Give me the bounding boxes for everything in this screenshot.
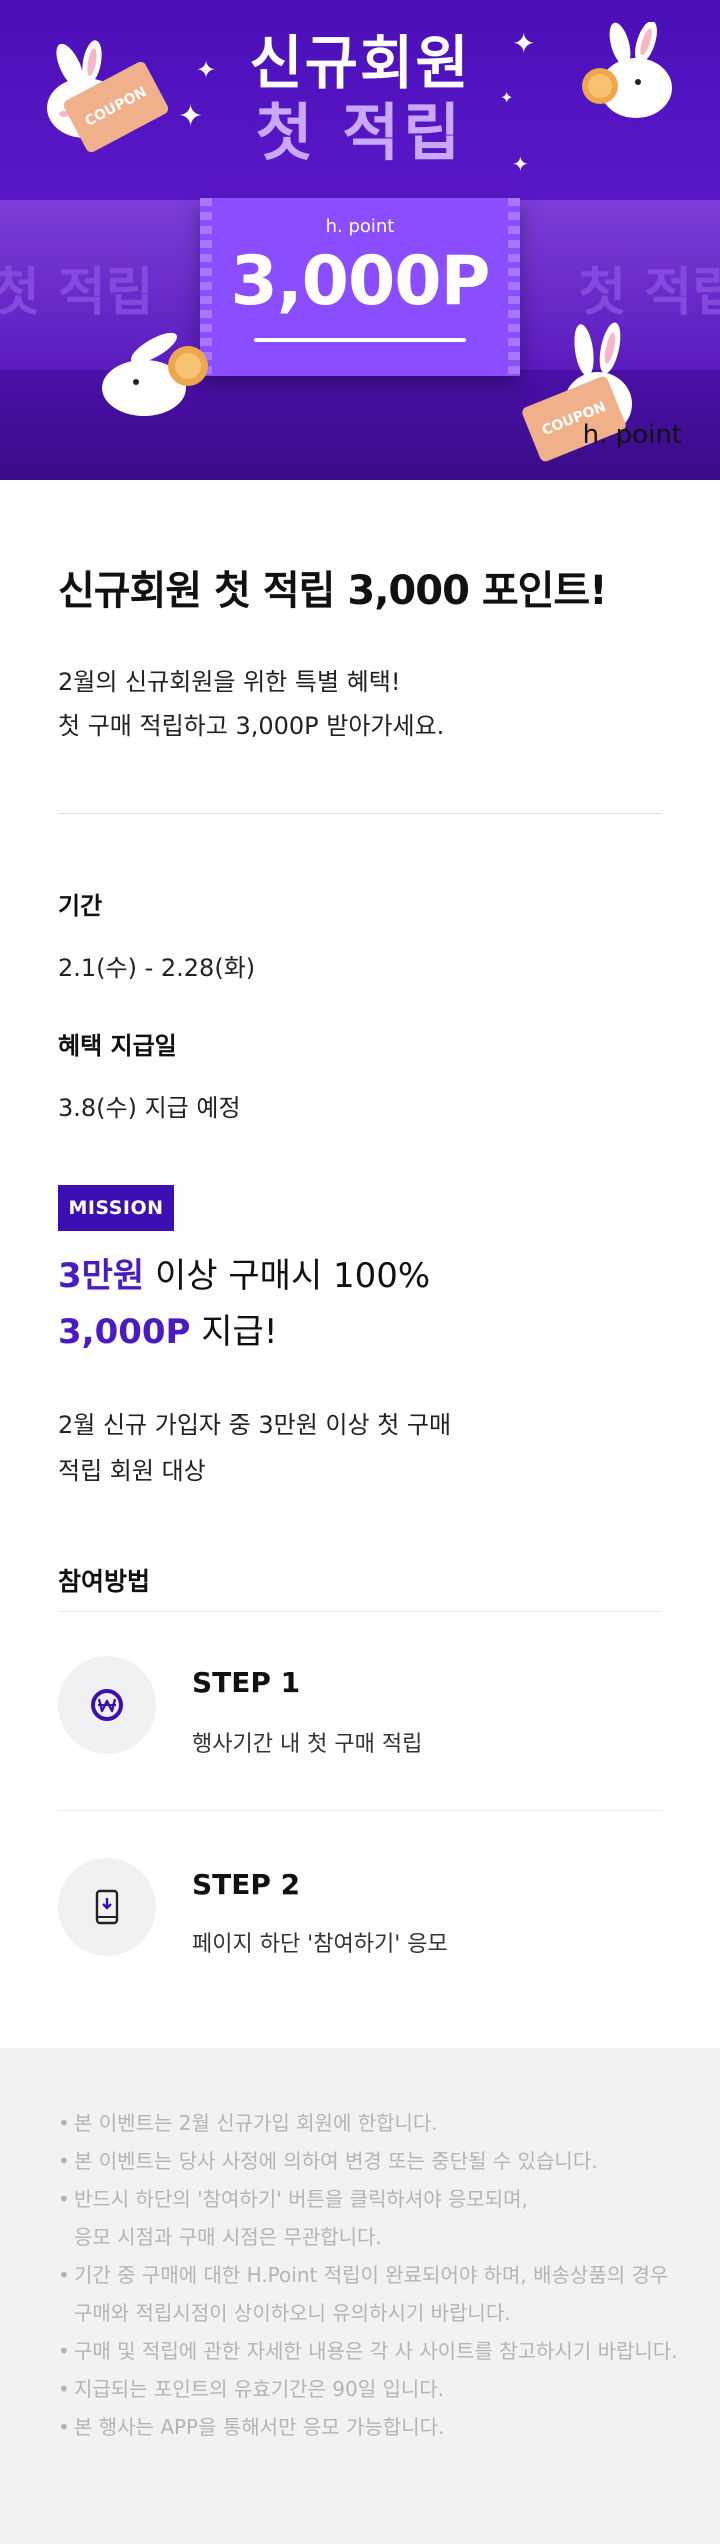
desc-line: 첫 구매 적립하고 3,000P 받아가세요.	[58, 712, 445, 740]
mission-target-line: 적립 회원 대상	[58, 1457, 206, 1485]
band-text-left: 첫 적립	[0, 263, 154, 323]
mission-target: 2월 신규 가입자 중 3만원 이상 첫 구매 적립 회원 대상	[58, 1402, 451, 1494]
how-to-title: 참여방법	[58, 1567, 151, 1596]
rabbit-illustration	[582, 22, 672, 118]
notice-item: 본 이벤트는 당사 사정에 의하여 변경 또는 중단될 수 있습니다.	[58, 2142, 678, 2180]
notice-item: 구매 및 적립에 관한 자세한 내용은 각 사 사이트를 참고하시기 바랍니다.	[58, 2332, 678, 2370]
notice-item: 반드시 하단의 '참여하기' 버튼을 클릭하셔야 응모되며, 응모 시점과 구매…	[58, 2180, 678, 2256]
notice-item: 본 이벤트는 2월 신규가입 회원에 한합니다.	[58, 2104, 678, 2142]
mission-condition: 이상 구매시 100%	[144, 1256, 431, 1296]
notice-list: 본 이벤트는 2월 신규가입 회원에 한합니다. 본 이벤트는 당사 사정에 의…	[58, 2104, 678, 2446]
notice-item: 지급되는 포인트의 유효기간은 90일 입니다.	[58, 2370, 678, 2408]
mission-headline: 3만원 이상 구매시 100% 3,000P 지급!	[58, 1248, 430, 1360]
notice-section: 본 이벤트는 2월 신규가입 회원에 한합니다. 본 이벤트는 당사 사정에 의…	[0, 2048, 720, 2544]
step2-desc: 페이지 하단 '참여하기' 응모	[192, 1932, 448, 1957]
mission-reward-suffix: 지급!	[190, 1312, 278, 1352]
rabbit-illustration	[102, 332, 208, 416]
band-text-right: 첫 적립	[578, 263, 720, 323]
ticket-brand: h. point	[325, 216, 395, 237]
desc-line: 2월의 신규회원을 위한 특별 혜택!	[58, 668, 401, 696]
step2-title: STEP 2	[192, 1868, 301, 1901]
mission-badge: MISSION	[58, 1185, 174, 1231]
payment-date-value: 3.8(수) 지급 예정	[58, 1094, 241, 1122]
divider	[58, 1611, 662, 1612]
mission-reward: 3,000P	[58, 1312, 191, 1352]
notice-item: 기간 중 구매에 대한 H.Point 적립이 완료되어야 하며, 배송상품의 …	[58, 2256, 678, 2332]
divider	[58, 1810, 662, 1811]
coupon-label: COUPON	[82, 84, 150, 130]
step1-title: STEP 1	[192, 1666, 301, 1699]
mission-target-line: 2월 신규 가입자 중 3만원 이상 첫 구매	[58, 1411, 452, 1439]
hero-banner: ✦ ✦ ✦ ✦ ✦ 신규회원 첫 적립 첫 적립 첫 적립 h. point 3…	[0, 0, 720, 480]
period-value: 2.1(수) - 2.28(화)	[58, 954, 256, 982]
mission-amount: 3만원	[58, 1256, 145, 1296]
page-title: 신규회원 첫 적립 3,000 포인트!	[58, 568, 607, 614]
divider	[58, 813, 662, 814]
point-ticket: h. point 3,000P	[200, 198, 520, 376]
phone-download-icon	[58, 1858, 156, 1956]
event-description: 2월의 신규회원을 위한 특별 혜택! 첫 구매 적립하고 3,000P 받아가…	[58, 660, 444, 748]
step1-desc: 행사기간 내 첫 구매 적립	[192, 1732, 423, 1757]
ticket-amount: 3,000P	[230, 242, 491, 321]
notice-item: 본 행사는 APP을 통해서만 응모 가능합니다.	[58, 2408, 678, 2446]
brand-logo: h. point	[582, 420, 682, 450]
period-label: 기간	[58, 892, 103, 920]
payment-date-label: 혜택 지급일	[58, 1032, 177, 1060]
ticket-underline	[254, 338, 466, 342]
won-coin-icon	[58, 1656, 156, 1754]
